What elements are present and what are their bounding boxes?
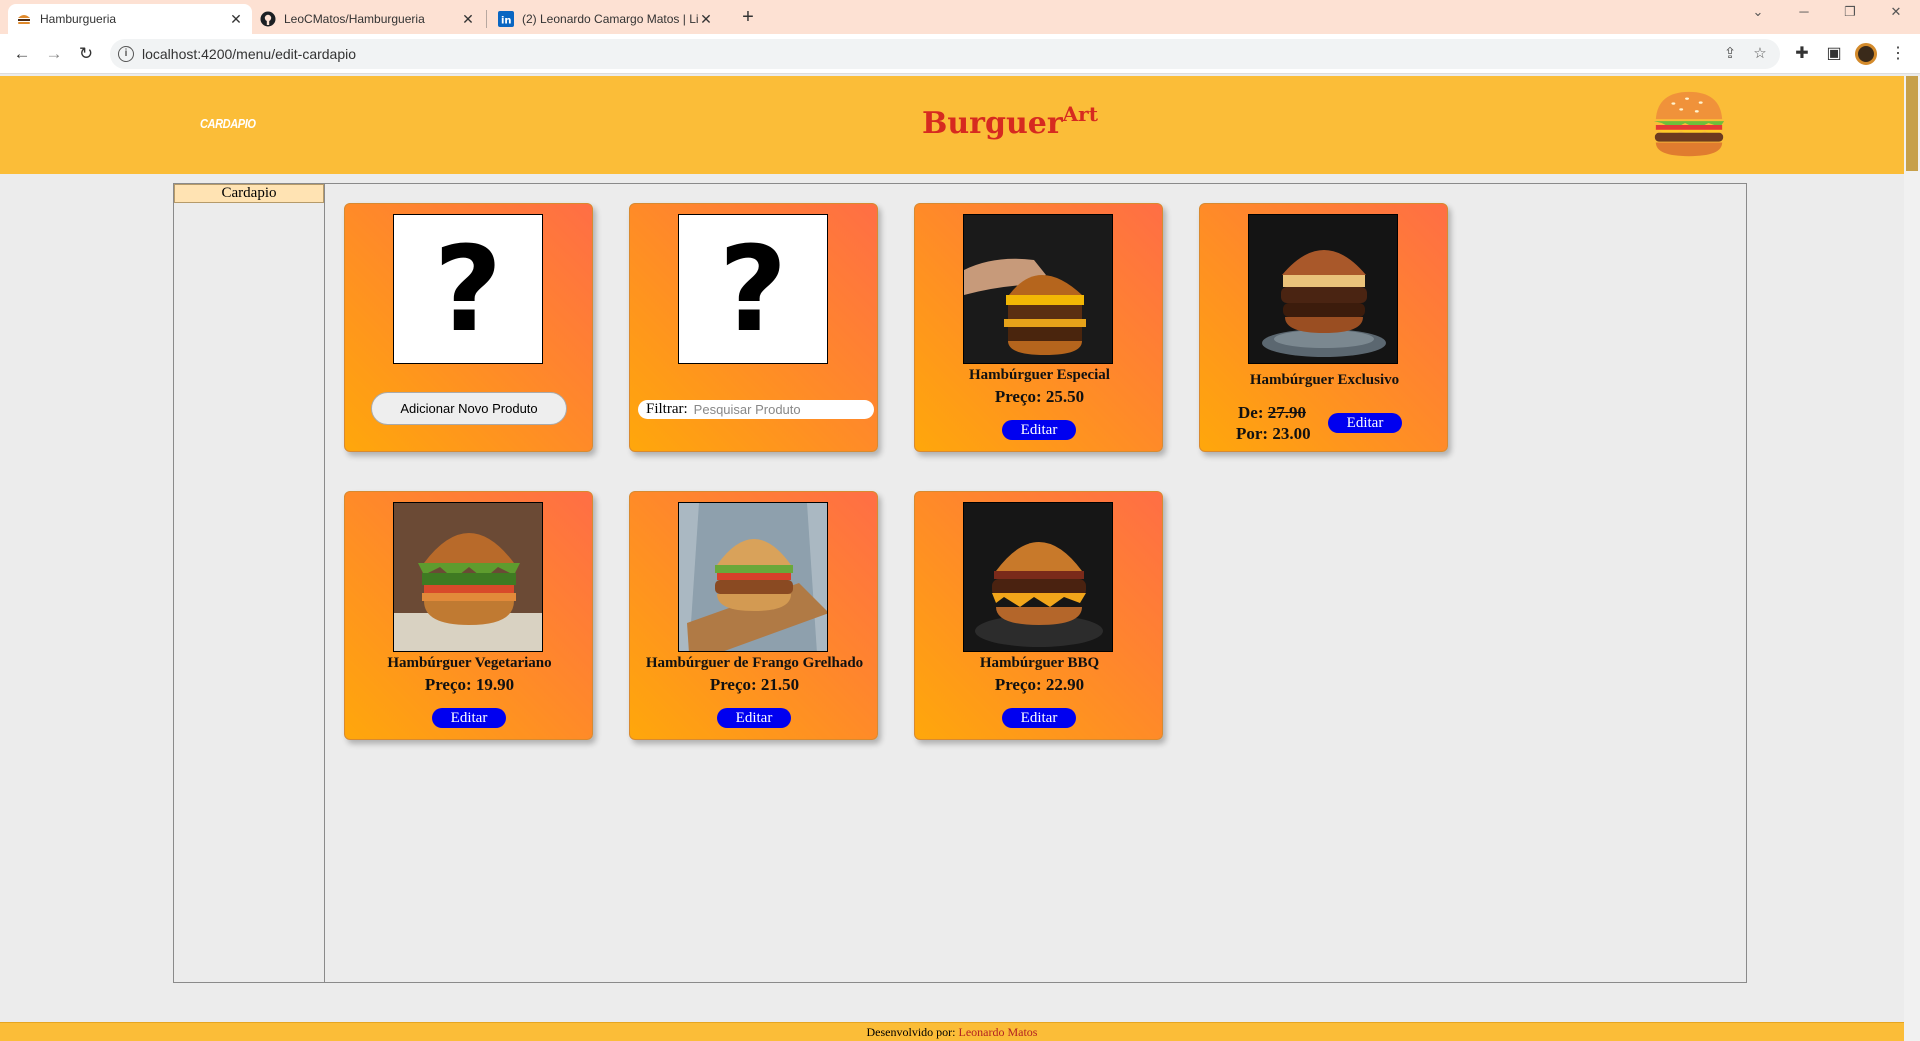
brand-logo-text[interactable]: BurguerArt: [922, 102, 1098, 141]
scrollbar-thumb[interactable]: [1906, 76, 1918, 171]
side-panel-icon[interactable]: ▣: [1822, 42, 1846, 66]
filter-card: ? Filtrar:: [629, 203, 878, 452]
product-name: Hambúrguer BBQ: [979, 655, 1100, 671]
product-image: [678, 502, 828, 652]
product-image: [963, 502, 1113, 652]
old-price-value: 27.90: [1267, 403, 1306, 422]
close-tab-icon[interactable]: ✕: [228, 11, 244, 28]
product-image: [963, 214, 1113, 364]
new-tab-button[interactable]: +: [736, 6, 760, 30]
tab-title: Hamburgueria: [40, 12, 117, 26]
close-tab-icon[interactable]: ✕: [698, 11, 714, 28]
browser-tab-bar: Hamburgueria ✕ LeoCMatos/Hamburgueria ✕ …: [0, 0, 1920, 34]
edit-product-button[interactable]: Editar: [717, 708, 791, 728]
close-tab-icon[interactable]: ✕: [460, 11, 476, 28]
minimize-icon[interactable]: ─: [1792, 4, 1816, 28]
product-price: Preço: 25.50: [994, 387, 1085, 406]
tab-search-icon[interactable]: ⌄: [1746, 4, 1770, 28]
product-image: [393, 502, 543, 652]
github-icon: [260, 11, 276, 27]
product-card: Hambúrguer Especial Preço: 25.50 Editar: [914, 203, 1163, 452]
product-search-input[interactable]: [693, 402, 844, 417]
product-name: Hambúrguer Especial: [969, 367, 1110, 383]
footer-credit: Desenvolvido por: Leonardo Matos: [0, 1025, 1904, 1040]
placeholder-image: ?: [678, 214, 828, 364]
edit-product-button[interactable]: Editar: [1002, 708, 1076, 728]
nav-link-cardapio[interactable]: CARDAPIO: [200, 116, 256, 131]
app-header: CARDAPIO BurguerArt: [0, 76, 1904, 174]
tab-linkedin[interactable]: in (2) Leonardo Camargo Matos | Li ✕: [490, 4, 722, 34]
edit-product-button[interactable]: Editar: [432, 708, 506, 728]
product-name: Hambúrguer Vegetariano: [387, 655, 552, 671]
product-card: Hambúrguer Exclusivo De: 27.90 Por: 23.0…: [1199, 203, 1448, 452]
burger-favicon-icon: [16, 11, 32, 27]
burger-logo-icon: [1653, 91, 1725, 157]
edit-product-button[interactable]: Editar: [1002, 420, 1076, 440]
share-icon[interactable]: ⇪: [1720, 44, 1740, 64]
old-price-label: De:: [1238, 403, 1264, 422]
tab-title: LeoCMatos/Hamburgueria: [284, 12, 425, 26]
product-new-price: Por: 23.00: [1236, 424, 1311, 443]
tab-title: (2) Leonardo Camargo Matos | Li: [522, 12, 698, 26]
address-url[interactable]: localhost:4200/menu/edit-cardapio: [142, 46, 356, 62]
credit-prefix: Desenvolvido por:: [866, 1025, 956, 1039]
sidebar-item-cardapio[interactable]: Cardapio: [174, 184, 324, 203]
product-card: Hambúrguer de Frango Grelhado Preço: 21.…: [629, 491, 878, 740]
product-name: Hambúrguer de Frango Grelhado: [645, 655, 864, 671]
footer: Desenvolvido por: Leonardo Matos: [0, 1022, 1904, 1041]
product-image: [1248, 214, 1398, 364]
linkedin-icon: in: [498, 11, 514, 27]
page-scrollbar[interactable]: [1904, 76, 1920, 1041]
filter-field: Filtrar:: [638, 400, 874, 419]
brand-main: Burguer: [922, 106, 1063, 141]
menu-kebab-icon[interactable]: ⋮: [1886, 42, 1910, 66]
tab-github[interactable]: LeoCMatos/Hamburgueria ✕: [252, 4, 484, 34]
author-link[interactable]: Leonardo Matos: [959, 1025, 1038, 1039]
address-bar[interactable]: i localhost:4200/menu/edit-cardapio ⇪ ☆: [110, 39, 1780, 69]
edit-product-button[interactable]: Editar: [1328, 413, 1402, 433]
add-product-card: ? Adicionar Novo Produto: [344, 203, 593, 452]
bookmark-star-icon[interactable]: ☆: [1750, 44, 1770, 64]
extensions-icon[interactable]: ✚: [1790, 42, 1814, 66]
product-old-price: De: 27.90: [1238, 403, 1328, 423]
product-card: Hambúrguer BBQ Preço: 22.90 Editar: [914, 491, 1163, 740]
tab-separator: [486, 10, 487, 28]
product-name: Hambúrguer Exclusivo: [1249, 372, 1400, 388]
product-price: Preço: 22.90: [994, 675, 1085, 694]
question-mark-icon: ?: [433, 220, 503, 358]
site-info-icon[interactable]: i: [118, 46, 134, 62]
restore-icon[interactable]: ❐: [1838, 4, 1862, 28]
browser-toolbar: ← → ↻ i localhost:4200/menu/edit-cardapi…: [0, 34, 1920, 74]
add-new-product-button[interactable]: Adicionar Novo Produto: [371, 392, 567, 425]
product-price: Preço: 21.50: [709, 675, 800, 694]
reload-icon[interactable]: ↻: [74, 42, 98, 66]
brand-sup: Art: [1062, 102, 1098, 126]
sidebar: Cardapio: [174, 184, 325, 982]
tab-hamburgueria[interactable]: Hamburgueria ✕: [8, 4, 252, 34]
close-window-icon[interactable]: ✕: [1884, 4, 1908, 28]
main-container: Cardapio ? Adicionar Novo Produto ? Filt…: [173, 183, 1747, 983]
back-icon[interactable]: ←: [10, 42, 34, 66]
profile-avatar[interactable]: [1855, 43, 1877, 65]
forward-icon[interactable]: →: [42, 42, 66, 66]
placeholder-image: ?: [393, 214, 543, 364]
svg-text:in: in: [501, 16, 512, 27]
question-mark-icon: ?: [718, 220, 788, 358]
product-price: Preço: 19.90: [424, 675, 515, 694]
product-card: Hambúrguer Vegetariano Preço: 19.90 Edit…: [344, 491, 593, 740]
filter-label: Filtrar:: [646, 401, 688, 417]
